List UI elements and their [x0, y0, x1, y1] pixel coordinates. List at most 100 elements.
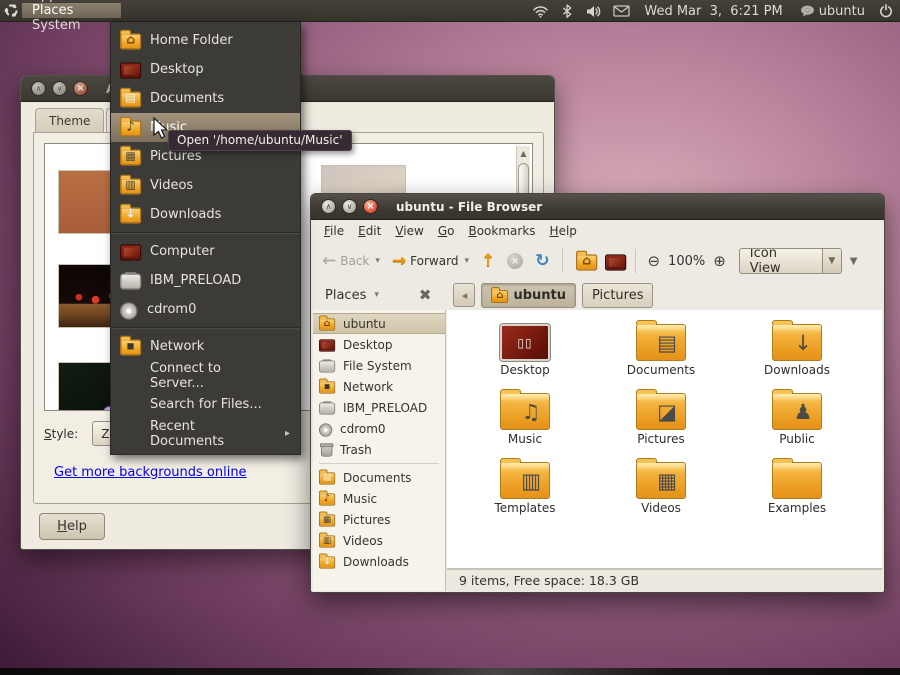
network-wireless-icon[interactable] — [530, 0, 550, 22]
maximize-button[interactable]: ∧ — [321, 199, 336, 214]
menu-item-icon — [120, 149, 141, 165]
clock[interactable]: Wed Mar 3, 6:21 PM — [638, 4, 788, 19]
bluetooth-icon[interactable] — [557, 0, 577, 22]
folder-icon[interactable]: ▤ Documents — [593, 324, 729, 392]
close-sidebar-icon[interactable]: ✖ — [419, 286, 432, 304]
places-menu-item[interactable]: Computer — [111, 237, 300, 266]
places-menu-dropdown: Home Folder Desktop Documents Music — [110, 22, 301, 455]
back-history-dropdown[interactable]: ▾ — [375, 256, 380, 266]
sidebar-item[interactable]: Videos — [313, 530, 445, 551]
menubar-item[interactable]: Edit — [351, 222, 388, 240]
scroll-up-arrow[interactable]: ▲ — [517, 146, 530, 161]
folder-contents-pane[interactable]: ▯▯ Desktop ▤ Documents ↓ — [447, 310, 882, 569]
indicator-me[interactable]: ubuntu — [796, 4, 869, 19]
sidebar-item[interactable]: cdrom0 — [313, 418, 445, 439]
volume-icon[interactable] — [584, 0, 604, 22]
forward-button[interactable]: → Forward ▾ — [387, 249, 474, 274]
minimize-button[interactable]: ∨ — [52, 81, 67, 96]
status-bar: 9 items, Free space: 18.3 GB — [447, 569, 882, 591]
help-button[interactable]: Help — [39, 513, 105, 540]
sidebar-item[interactable]: Music — [313, 488, 445, 509]
places-menu-item[interactable]: Network — [111, 332, 300, 361]
sidebar-item-icon — [319, 381, 335, 393]
sidebar-item[interactable]: IBM_PRELOAD — [313, 397, 445, 418]
sidebar-item[interactable]: Network — [313, 376, 445, 397]
zoom-in-icon[interactable]: ⊕ — [713, 252, 726, 270]
path-scroll-left-button[interactable]: ◂ — [453, 283, 475, 307]
menubar-item[interactable]: Go — [431, 222, 462, 240]
up-button[interactable]: ↑ — [476, 249, 500, 274]
sidebar-item[interactable]: Downloads — [313, 551, 445, 572]
menubar-item[interactable]: Help — [543, 222, 584, 240]
forward-history-dropdown[interactable]: ▾ — [464, 256, 469, 266]
chat-bubble-icon — [800, 5, 815, 17]
stop-button[interactable]: × — [507, 253, 523, 269]
reload-button[interactable]: ↻ — [535, 251, 549, 271]
places-menu-item[interactable]: Videos — [111, 171, 300, 200]
menubar-item[interactable]: Bookmarks — [461, 222, 542, 240]
menubar-item[interactable]: File — [317, 222, 351, 240]
folder-icon[interactable]: Examples — [729, 462, 865, 530]
wallpaper-bottom-strip — [0, 668, 900, 675]
get-more-backgrounds-link[interactable]: Get more backgrounds online — [54, 465, 247, 480]
back-button[interactable]: ← Back ▾ — [317, 249, 385, 274]
menu-item-icon — [120, 302, 138, 320]
sidebar-item-icon — [319, 318, 335, 330]
folder-icon[interactable]: ▯▯ Desktop — [457, 324, 593, 392]
close-button[interactable]: × — [73, 81, 88, 96]
sidebar-item-icon — [319, 493, 335, 505]
sidebar-item[interactable]: Desktop — [313, 334, 445, 355]
places-menu-item[interactable]: Connect to Server... — [111, 361, 300, 390]
folder-icon[interactable]: ↓ Downloads — [729, 324, 865, 392]
places-menu-item[interactable]: Search for Files... — [111, 390, 300, 419]
sidebar-item[interactable]: File System — [313, 355, 445, 376]
maximize-button[interactable]: ∧ — [31, 81, 46, 96]
places-menu-item[interactable]: IBM_PRELOAD — [111, 266, 300, 295]
power-icon[interactable] — [876, 0, 896, 22]
sidebar-item[interactable]: ubuntu — [313, 313, 445, 334]
folder-icon[interactable]: ◪ Pictures — [593, 393, 729, 461]
submenu-arrow-icon: ▸ — [285, 428, 290, 439]
places-menu-item[interactable]: cdrom0 — [111, 295, 300, 324]
places-menu-item[interactable]: Desktop — [111, 55, 300, 84]
home-folder-icon — [576, 254, 597, 270]
menu-item-icon — [120, 207, 141, 223]
zoom-out-icon[interactable]: ⊖ — [647, 252, 660, 270]
file-browser-titlebar[interactable]: ∧ ∨ × ubuntu - File Browser — [311, 194, 884, 220]
minimize-button[interactable]: ∨ — [342, 199, 357, 214]
window-title: ubuntu - File Browser — [396, 200, 542, 214]
forward-arrow-icon: → — [392, 253, 406, 270]
appearance-tab[interactable]: Theme — [35, 108, 104, 133]
toolbar-overflow-icon[interactable]: ▼ — [850, 256, 858, 267]
sidebar-mode-dropdown[interactable]: Places ▾ — [319, 285, 385, 306]
folder-icon[interactable]: ♟ Public — [729, 393, 865, 461]
view-mode-combobox[interactable]: Icon View ▼ — [739, 248, 842, 274]
location-bar: Places ▾ ✖ ◂ ubuntu Pictures — [311, 280, 884, 310]
style-label: Style: — [44, 427, 78, 441]
places-menu-item[interactable]: Documents — [111, 84, 300, 113]
close-button[interactable]: × — [363, 199, 378, 214]
path-button-ubuntu[interactable]: ubuntu — [481, 283, 576, 308]
panel-menu[interactable]: System — [22, 18, 121, 33]
places-menu-item[interactable]: Recent Documents ▸ — [111, 419, 300, 448]
home-button[interactable] — [571, 250, 598, 273]
path-button-pictures[interactable]: Pictures — [582, 283, 653, 308]
menu-item-icon — [120, 33, 141, 49]
sidebar-item[interactable]: Pictures — [313, 509, 445, 530]
chevron-down-icon[interactable]: ▼ — [822, 249, 841, 273]
sidebar-item-icon — [321, 444, 332, 456]
menubar-item[interactable]: View — [388, 222, 430, 240]
folder-icon[interactable]: ▥ Templates — [457, 462, 593, 530]
sidebar-item[interactable]: Trash — [313, 439, 445, 460]
menu-item-icon — [120, 178, 141, 194]
folder-icon[interactable]: ▦ Videos — [593, 462, 729, 530]
sidebar-item-icon — [319, 402, 335, 414]
sidebar-item[interactable]: Documents — [313, 467, 445, 488]
ubuntu-logo-icon[interactable] — [0, 3, 22, 18]
folder-icon[interactable]: ♫ Music — [457, 393, 593, 461]
panel-menu[interactable]: Places — [22, 3, 121, 18]
places-menu-item[interactable]: Downloads — [111, 200, 300, 229]
places-menu-item[interactable]: Home Folder — [111, 26, 300, 55]
computer-button[interactable] — [600, 250, 627, 273]
mail-envelope-icon[interactable] — [611, 0, 631, 22]
